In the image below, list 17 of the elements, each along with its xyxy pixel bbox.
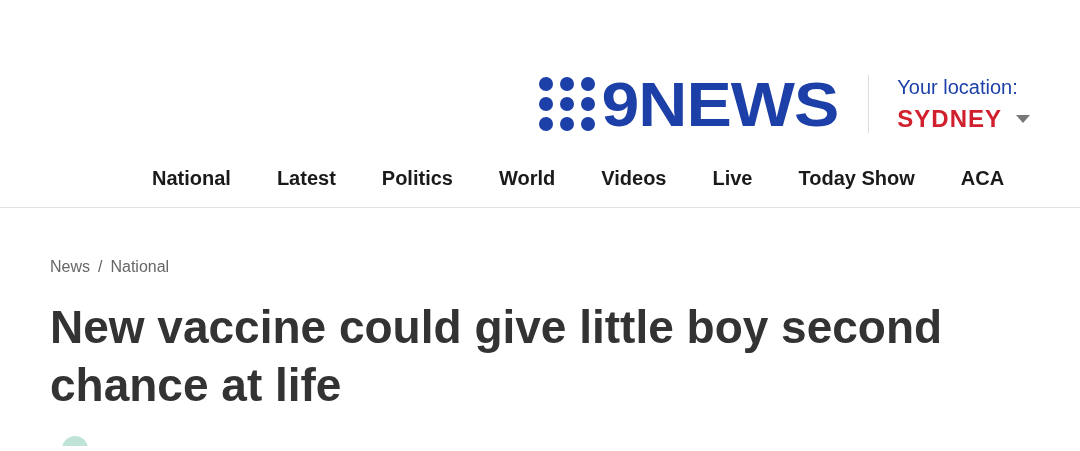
nav-link[interactable]: Videos	[601, 166, 667, 190]
caret-icon[interactable]	[1016, 114, 1030, 123]
nav-link[interactable]: National	[152, 166, 231, 190]
nav-link[interactable]: Politics	[381, 166, 453, 190]
nav-link[interactable]: World	[498, 166, 556, 190]
breadcrumb-link[interactable]: National	[110, 258, 170, 276]
location-selector[interactable]: SYDNEY	[897, 104, 1002, 133]
nav-link[interactable]: ACA	[960, 166, 1005, 190]
nav-link[interactable]: Today Show	[798, 166, 915, 190]
article-headline: New vaccine could give little boy second chance at life	[50, 300, 944, 413]
nav-link[interactable]: Live	[712, 166, 753, 190]
location-label: Your location:	[897, 75, 1019, 99]
dots-logo-icon	[539, 77, 596, 131]
breadcrumb-separator: /	[98, 258, 103, 276]
logo-wordmark[interactable]: 9NEWS	[601, 76, 839, 132]
breadcrumb-link[interactable]: News	[50, 258, 90, 276]
nav-link[interactable]: Latest	[276, 166, 336, 190]
